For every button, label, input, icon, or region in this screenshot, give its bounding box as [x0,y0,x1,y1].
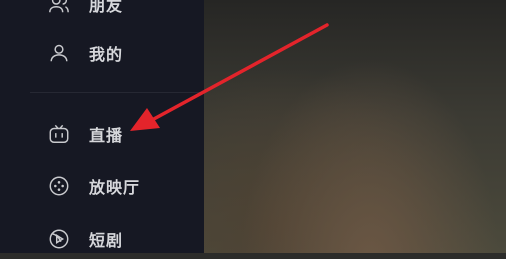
sidebar-item-live[interactable]: 直播 [30,114,190,154]
sidebar-item-label: 直播 [89,126,124,145]
sidebar-item-label: 短剧 [89,231,124,250]
sidebar-item-label: 朋友 [89,0,124,15]
play-icon [47,227,71,251]
sidebar-item-mine[interactable]: 我的 [30,33,190,73]
friends-icon [47,0,71,16]
tv-icon [47,122,71,146]
sidebar: 朋友 我的 直播 放映厅 短剧 [0,0,204,253]
sidebar-item-friends[interactable]: 朋友 [30,0,190,24]
main-content-area [204,0,506,253]
sidebar-item-label: 我的 [89,45,124,64]
film-reel-icon [47,174,71,198]
user-icon [47,41,71,65]
sidebar-item-short-drama[interactable]: 短剧 [30,219,190,259]
sidebar-item-label: 放映厅 [89,178,141,197]
divider [30,92,204,93]
sidebar-item-cinema[interactable]: 放映厅 [30,166,190,206]
